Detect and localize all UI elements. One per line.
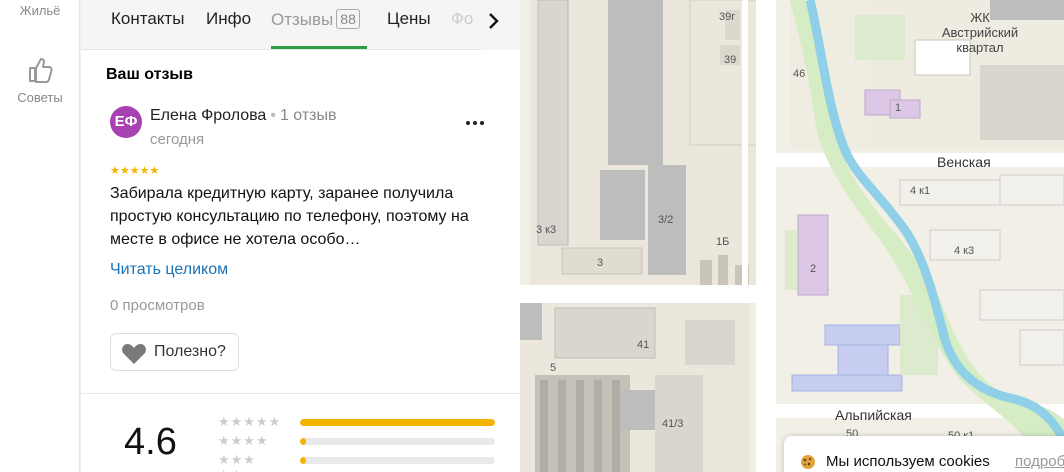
chevron-right-icon — [489, 13, 499, 29]
review-author: Елена Фролова • 1 отзыв — [150, 107, 337, 125]
poi-residential-complex[interactable]: ЖК Австрийский квартал — [920, 10, 1040, 55]
review-stars: ★★★★★ — [110, 165, 160, 177]
house-number-label: 5 — [550, 362, 557, 374]
rating-bar-track — [300, 419, 495, 426]
heart-icon — [122, 344, 146, 364]
rating-bar-track — [300, 438, 495, 445]
map[interactable]: 39г 39 46 1 4 к1 3 к3 3/2 1Б 3 4 к3 2 41… — [520, 0, 1064, 472]
avatar[interactable]: ЕФ — [110, 106, 142, 138]
active-tab-indicator — [271, 46, 367, 49]
author-name[interactable]: Елена Фролова — [150, 107, 266, 124]
divider — [81, 393, 520, 394]
house-number-label: 39г — [719, 11, 736, 23]
rating-row-stars: ★★ — [218, 467, 243, 472]
tab-bar: Контакты Инфо Отзывы 88 Цены Фо — [81, 0, 520, 50]
useful-label: Полезно? — [154, 343, 226, 360]
poi-line: квартал — [956, 40, 1004, 55]
more-options-icon[interactable] — [463, 112, 487, 132]
map-canvas[interactable] — [520, 0, 1064, 472]
rating-bar-fill — [300, 419, 495, 426]
tabs-scroll-right-button[interactable] — [479, 0, 520, 50]
rating-bar-fill — [300, 457, 306, 464]
tab-reviews[interactable]: Отзывы 88 — [271, 9, 360, 30]
reviews-count-badge: 88 — [336, 9, 360, 29]
rail-item-tips-label: Советы — [17, 90, 63, 105]
rating-row: ★★★★★ — [218, 414, 498, 429]
tab-photos[interactable]: Фо — [451, 9, 473, 29]
review-text: Забирала кредитную карту, заранее получи… — [110, 185, 469, 248]
rating-bar-track — [300, 457, 495, 464]
house-number-label: 39 — [724, 54, 737, 66]
rating-row: ★★★ — [218, 452, 498, 467]
tab-info[interactable]: Инфо — [206, 9, 251, 29]
house-number-label: 41 — [637, 339, 650, 351]
views-count: 0 просмотров — [110, 297, 205, 314]
house-number-label: 4 к1 — [910, 185, 931, 197]
org-card-panel: Контакты Инфо Отзывы 88 Цены Фо Ваш отзыв… — [81, 0, 520, 472]
street-label-venskaya: Венская — [937, 154, 991, 170]
left-rail: Жильё Советы — [0, 0, 80, 472]
section-title: Ваш отзыв — [106, 66, 193, 83]
cookie-icon — [801, 455, 815, 469]
house-number-label: 3 — [597, 257, 604, 269]
author-review-count: 1 отзыв — [279, 107, 337, 124]
cookie-banner: Мы используем cookies подробнее — [784, 436, 1064, 472]
rating-row-stars: ★★★ — [218, 452, 256, 467]
review-date: сегодня — [150, 131, 205, 148]
house-number-label: 3 к3 — [536, 224, 557, 236]
rail-item-tips[interactable]: Советы — [0, 56, 80, 105]
house-number-label: 1Б — [716, 236, 730, 248]
poi-line: Австрийский — [941, 25, 1019, 40]
rating-row: ★★★★ — [218, 433, 498, 448]
tab-reviews-label: Отзывы — [271, 10, 334, 29]
rating-row-stars: ★★★★ — [218, 433, 269, 448]
useful-button[interactable]: Полезно? — [110, 333, 239, 371]
house-number-label: 2 — [810, 263, 817, 275]
rail-item-housing-label: Жильё — [19, 3, 61, 18]
rating-bar-fill — [300, 438, 306, 445]
house-number-label: 46 — [793, 68, 806, 80]
overall-rating: 4.6 — [124, 421, 177, 463]
house-number-label: 1 — [895, 102, 902, 114]
poi-line: ЖК — [970, 10, 990, 25]
rating-row-stars: ★★★★★ — [218, 414, 282, 429]
house-number-label: 3/2 — [658, 214, 674, 226]
cookie-text: Мы используем cookies — [826, 453, 990, 470]
tab-prices[interactable]: Цены — [387, 9, 431, 29]
street-label-alpiyskaya: Альпийская — [835, 407, 912, 423]
tab-contacts[interactable]: Контакты — [111, 9, 184, 29]
author-separator: • — [270, 107, 276, 124]
house-number-label: 4 к3 — [954, 245, 975, 257]
cookie-more-link[interactable]: подробнее — [1015, 453, 1064, 470]
house-number-label: 41/3 — [662, 418, 684, 430]
thumbs-up-icon — [29, 58, 53, 83]
read-more-link[interactable]: Читать целиком — [110, 261, 228, 279]
rail-item-housing[interactable]: Жильё — [0, 3, 80, 18]
